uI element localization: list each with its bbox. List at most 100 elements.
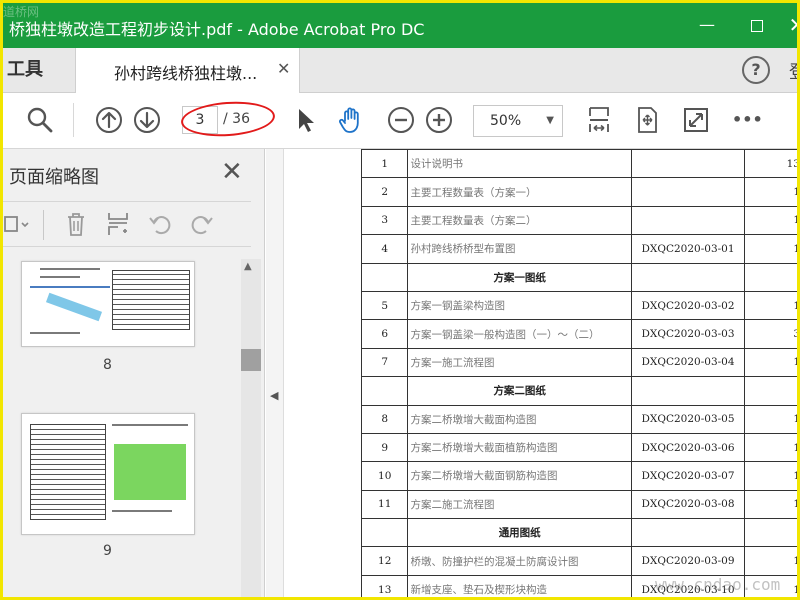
zoom-out-icon[interactable] bbox=[386, 105, 416, 135]
table-section-row: 通用图纸 bbox=[360, 518, 797, 548]
row-name: 方案一钢盖梁一般构造图（一）～（二） bbox=[407, 319, 632, 349]
page-thumbnail-9[interactable] bbox=[21, 413, 195, 535]
table-row: 4 孙村跨线桥桥型布置图 DXQC2020-03-01 1 bbox=[360, 234, 797, 264]
thumb-table bbox=[112, 270, 190, 330]
thumb-line bbox=[40, 276, 80, 278]
title-bar: 道桥网 桥独柱墩改造工程初步设计.pdf - Adobe Acrobat Pro… bbox=[3, 3, 797, 48]
document-view[interactable]: 1 设计说明书 13 2 主要工程数量表（方案一） 1 3 主要工程数量表（方案二） 1 4 孙村跨… bbox=[285, 149, 797, 597]
row-number: 7 bbox=[360, 347, 409, 378]
thumbnail-options-icon[interactable] bbox=[3, 210, 31, 238]
row-number: 2 bbox=[360, 177, 409, 207]
row-code: DXQC2020-03-06 bbox=[630, 432, 746, 463]
row-sheets: 1 bbox=[744, 489, 797, 520]
extract-pages-icon[interactable] bbox=[104, 210, 132, 238]
thumbnails-scrollbar[interactable] bbox=[241, 259, 261, 597]
section-code-cell bbox=[630, 518, 746, 548]
toolbar: 3 / 36 50% ▼ ••• bbox=[3, 93, 797, 149]
fit-width-icon[interactable] bbox=[584, 105, 614, 135]
thumb-line bbox=[30, 286, 110, 288]
thumbnails-toolbar bbox=[3, 201, 251, 247]
row-name: 方案二桥墩增大截面植筋构造图 bbox=[407, 432, 632, 463]
tab-document[interactable]: 孙村跨线桥独柱墩... ✕ bbox=[75, 48, 300, 94]
row-number: 11 bbox=[360, 489, 409, 520]
table-row: 3 主要工程数量表（方案二） 1 bbox=[360, 205, 797, 236]
help-icon[interactable]: ? bbox=[742, 56, 770, 84]
close-panel-icon[interactable]: ✕ bbox=[221, 157, 243, 187]
chevron-down-icon: ▼ bbox=[546, 115, 554, 126]
section-no-cell bbox=[360, 518, 409, 548]
row-number: 9 bbox=[360, 432, 409, 463]
thumb-line bbox=[40, 268, 100, 270]
close-tab-icon[interactable]: ✕ bbox=[277, 59, 290, 78]
section-no-cell bbox=[360, 376, 409, 406]
panel-collapse-bar[interactable]: ◀ bbox=[266, 149, 284, 597]
table-row: 2 主要工程数量表（方案一） 1 bbox=[360, 177, 797, 207]
row-code: DXQC2020-03-07 bbox=[630, 461, 746, 491]
row-sheets: 1 bbox=[744, 234, 797, 264]
maximize-button[interactable] bbox=[743, 13, 771, 37]
table-row: 1 设计说明书 13 bbox=[360, 149, 797, 179]
row-name: 方案二桥墩增大截面钢筋构造图 bbox=[407, 461, 632, 491]
fit-page-icon[interactable] bbox=[632, 105, 662, 135]
thumbnails-toolbar-separator bbox=[43, 210, 44, 240]
row-name: 孙村跨线桥桥型布置图 bbox=[407, 234, 632, 264]
rotate-right-icon[interactable] bbox=[188, 210, 216, 238]
thumbnails-scroll-thumb[interactable] bbox=[241, 349, 261, 371]
row-name: 方案二桥墩增大截面构造图 bbox=[407, 404, 632, 434]
thumb-line bbox=[112, 510, 172, 512]
trash-icon[interactable] bbox=[62, 210, 90, 238]
row-code bbox=[630, 149, 746, 179]
section-sheets-cell bbox=[744, 518, 797, 548]
row-code: DXQC2020-03-09 bbox=[630, 546, 746, 576]
row-sheets: 1 bbox=[744, 205, 797, 236]
row-name: 设计说明书 bbox=[407, 149, 632, 179]
page-thumbnail-8[interactable] bbox=[21, 261, 195, 347]
row-number: 4 bbox=[360, 234, 409, 264]
row-name: 主要工程数量表（方案二） bbox=[407, 205, 632, 236]
zoom-level-select[interactable]: 50% ▼ bbox=[473, 105, 563, 137]
thumb-line bbox=[30, 332, 80, 334]
row-sheets: 1 bbox=[744, 546, 797, 576]
more-tools-icon[interactable]: ••• bbox=[732, 105, 763, 135]
row-sheets: 1 bbox=[744, 432, 797, 463]
maximize-icon bbox=[751, 19, 763, 32]
row-sheets: 1 bbox=[744, 347, 797, 378]
thumb-drawing bbox=[114, 444, 186, 500]
row-sheets: 1 bbox=[744, 461, 797, 491]
row-code: DXQC2020-03-05 bbox=[630, 404, 746, 434]
section-sheets-cell bbox=[744, 262, 797, 292]
zoom-in-icon[interactable] bbox=[424, 105, 454, 135]
collapse-arrow-icon: ◀ bbox=[270, 389, 279, 402]
row-number: 6 bbox=[360, 319, 409, 349]
row-name: 方案一施工流程图 bbox=[407, 347, 632, 378]
row-number: 1 bbox=[360, 149, 409, 179]
tab-tools[interactable]: 工具 bbox=[3, 48, 75, 93]
thumbnail-label-8: 8 bbox=[103, 357, 112, 373]
row-number: 12 bbox=[360, 546, 409, 576]
row-code: DXQC2020-03-03 bbox=[630, 319, 746, 349]
search-icon[interactable] bbox=[25, 105, 55, 135]
thumb-table bbox=[30, 424, 106, 520]
full-screen-icon[interactable] bbox=[681, 105, 711, 135]
previous-page-icon[interactable] bbox=[94, 105, 124, 135]
minimize-button[interactable]: — bbox=[693, 13, 721, 37]
row-name: 方案一钢盖梁构造图 bbox=[407, 290, 632, 321]
window-title: 桥独柱墩改造工程初步设计.pdf - Adobe Acrobat Pro DC bbox=[9, 20, 425, 39]
thumbnail-label-9: 9 bbox=[103, 543, 112, 559]
signin-button[interactable]: 登 bbox=[789, 58, 797, 84]
row-sheets: 1 bbox=[744, 404, 797, 434]
scroll-up-icon[interactable]: ▲ bbox=[244, 261, 252, 272]
table-row: 11 方案二施工流程图 DXQC2020-03-08 1 bbox=[360, 489, 797, 520]
row-sheets: 1 bbox=[744, 177, 797, 207]
select-cursor-icon[interactable] bbox=[291, 105, 321, 135]
table-row: 10 方案二桥墩增大截面钢筋构造图 DXQC2020-03-07 1 bbox=[360, 461, 797, 491]
row-number: 10 bbox=[360, 461, 409, 491]
section-code-cell bbox=[630, 262, 746, 292]
close-window-button[interactable]: ✕ bbox=[783, 13, 797, 37]
row-code: DXQC2020-03-01 bbox=[630, 234, 746, 264]
hand-tool-icon[interactable] bbox=[336, 105, 366, 135]
row-name: 桥墩、防撞护栏的混凝土防腐设计图 bbox=[407, 546, 632, 576]
row-code bbox=[630, 205, 746, 236]
rotate-left-icon[interactable] bbox=[146, 210, 174, 238]
next-page-icon[interactable] bbox=[132, 105, 162, 135]
